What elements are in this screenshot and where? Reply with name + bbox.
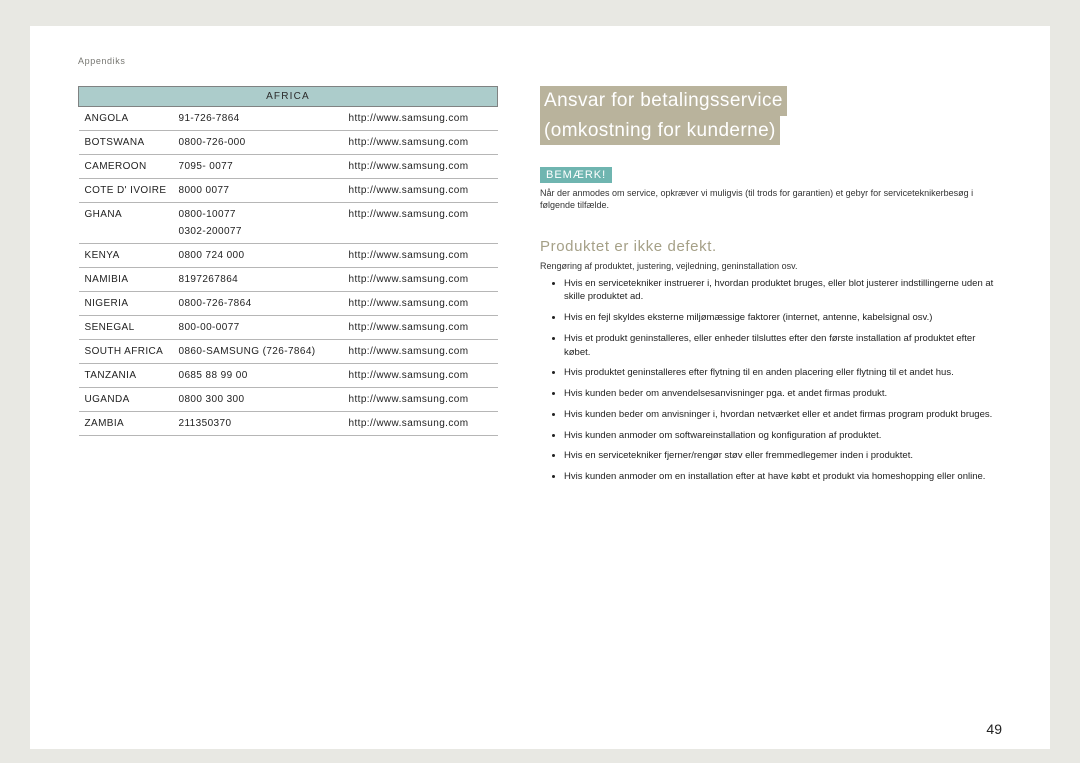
table-cell-url: http://www.samsung.com — [343, 316, 498, 340]
table-cell-country: ZAMBIA — [79, 412, 173, 436]
right-column: Ansvar for betalingsservice (omkostning … — [540, 86, 1002, 491]
table-cell-url: http://www.samsung.com — [343, 179, 498, 203]
table-cell-phone: 0800 724 000 — [173, 244, 343, 268]
note-text: Når der anmodes om service, opkræver vi … — [540, 187, 1002, 211]
breadcrumb: Appendiks — [78, 56, 1002, 66]
table-cell-phone: 0302-200077 — [173, 220, 343, 244]
page-number: 49 — [986, 721, 1002, 737]
table-cell-url: http://www.samsung.com — [343, 268, 498, 292]
table-cell-phone: 7095- 0077 — [173, 155, 343, 179]
table-cell-country: NIGERIA — [79, 292, 173, 316]
list-item: Hvis et produkt geninstalleres, eller en… — [564, 332, 1002, 360]
table-cell-url: http://www.samsung.com — [343, 388, 498, 412]
table-cell-country: SOUTH AFRICA — [79, 340, 173, 364]
table-cell-phone: 91-726-7864 — [173, 107, 343, 131]
table-cell-url: http://www.samsung.com — [343, 364, 498, 388]
table-cell-country: GHANA — [79, 203, 173, 221]
table-cell-country: NAMIBIA — [79, 268, 173, 292]
table-cell-country: ANGOLA — [79, 107, 173, 131]
list-item: Hvis en servicetekniker fjerner/rengør s… — [564, 449, 1002, 463]
table-cell-country: COTE D' IVOIRE — [79, 179, 173, 203]
table-cell-country — [79, 220, 173, 244]
table-cell-url: http://www.samsung.com — [343, 292, 498, 316]
heading-line1: Ansvar for betalingsservice — [540, 86, 787, 116]
heading-line2: (omkostning for kunderne) — [540, 116, 780, 146]
table-cell-phone: 0860-SAMSUNG (726-7864) — [173, 340, 343, 364]
list-item: Hvis en fejl skyldes eksterne miljømæssi… — [564, 311, 1002, 325]
list-item: Hvis en servicetekniker instruerer i, hv… — [564, 277, 1002, 305]
bullet-list: Hvis en servicetekniker instruerer i, hv… — [554, 277, 1002, 484]
subsection-title: Produktet er ikke defekt. — [540, 238, 1002, 255]
list-item: Hvis produktet geninstalleres efter flyt… — [564, 366, 1002, 380]
table-cell-url: http://www.samsung.com — [343, 131, 498, 155]
table-cell-country: UGANDA — [79, 388, 173, 412]
table-cell-url — [343, 220, 498, 244]
content-columns: AFRICA ANGOLA91-726-7864http://www.samsu… — [78, 86, 1002, 491]
table-cell-url: http://www.samsung.com — [343, 107, 498, 131]
table-cell-phone: 0800-726-7864 — [173, 292, 343, 316]
table-cell-country: SENEGAL — [79, 316, 173, 340]
list-item: Hvis kunden beder om anvendelsesanvisnin… — [564, 387, 1002, 401]
table-cell-phone: 0685 88 99 00 — [173, 364, 343, 388]
table-cell-url: http://www.samsung.com — [343, 340, 498, 364]
list-item: Hvis kunden anmoder om en installation e… — [564, 470, 1002, 484]
note-badge: BEMÆRK! — [540, 167, 612, 183]
left-column: AFRICA ANGOLA91-726-7864http://www.samsu… — [78, 86, 498, 491]
table-cell-phone: 8197267864 — [173, 268, 343, 292]
table-header: AFRICA — [79, 87, 498, 107]
table-cell-phone: 800-00-0077 — [173, 316, 343, 340]
subsection-lead: Rengøring af produktet, justering, vejle… — [540, 261, 1002, 271]
table-cell-country: TANZANIA — [79, 364, 173, 388]
table-cell-url: http://www.samsung.com — [343, 244, 498, 268]
table-cell-url: http://www.samsung.com — [343, 155, 498, 179]
table-cell-country: CAMEROON — [79, 155, 173, 179]
table-cell-country: BOTSWANA — [79, 131, 173, 155]
contact-table: AFRICA ANGOLA91-726-7864http://www.samsu… — [78, 86, 498, 436]
table-cell-phone: 8000 0077 — [173, 179, 343, 203]
table-cell-phone: 211350370 — [173, 412, 343, 436]
table-cell-url: http://www.samsung.com — [343, 412, 498, 436]
list-item: Hvis kunden beder om anvisninger i, hvor… — [564, 408, 1002, 422]
page: Appendiks AFRICA ANGOLA91-726-7864http:/… — [30, 26, 1050, 749]
table-cell-phone: 0800-10077 — [173, 203, 343, 221]
table-cell-url: http://www.samsung.com — [343, 203, 498, 221]
table-cell-phone: 0800 300 300 — [173, 388, 343, 412]
section-heading: Ansvar for betalingsservice (omkostning … — [540, 86, 1002, 145]
table-cell-phone: 0800-726-000 — [173, 131, 343, 155]
table-cell-country: KENYA — [79, 244, 173, 268]
list-item: Hvis kunden anmoder om softwareinstallat… — [564, 429, 1002, 443]
